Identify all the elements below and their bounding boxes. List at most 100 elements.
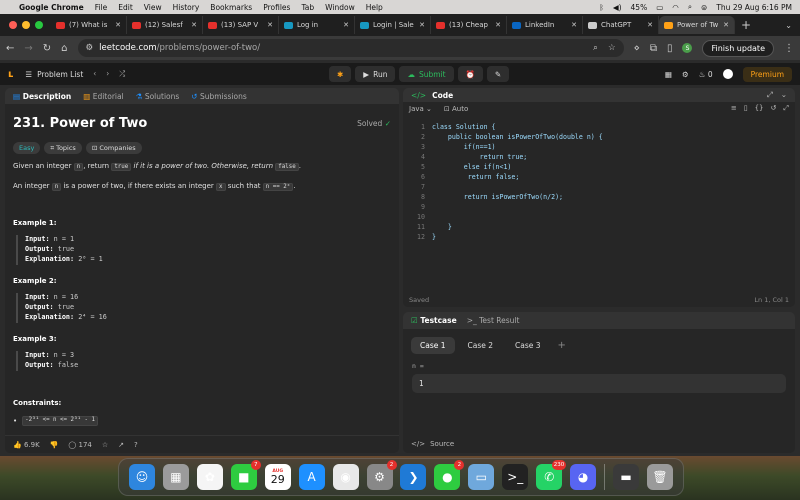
close-tab-icon[interactable]: ✕ bbox=[267, 21, 273, 29]
wifi-icon[interactable]: ◠ bbox=[672, 3, 679, 12]
site-info-icon[interactable]: ⚙ bbox=[86, 43, 94, 53]
share-icon[interactable]: ↗ bbox=[118, 441, 124, 449]
forward-icon[interactable]: → bbox=[24, 43, 32, 54]
bookmark-icon[interactable]: ▯ bbox=[744, 104, 748, 113]
clock[interactable]: Thu 29 Aug 6:16 PM bbox=[716, 3, 792, 12]
terminal-icon[interactable]: >_ bbox=[502, 464, 529, 490]
browser-tab[interactable]: ChatGPT ✕ bbox=[583, 16, 659, 34]
finder-icon[interactable]: ☺ bbox=[128, 464, 155, 490]
photos-icon[interactable]: ✿ bbox=[196, 464, 223, 490]
premium-button[interactable]: Premium bbox=[742, 66, 792, 82]
menu-edit[interactable]: Edit bbox=[118, 3, 133, 12]
whatsapp-icon[interactable]: ✆ 230 bbox=[536, 460, 567, 490]
close-tab-icon[interactable]: ✕ bbox=[115, 21, 121, 29]
trash-icon[interactable]: 🗑 bbox=[646, 464, 673, 490]
app-name[interactable]: Google Chrome bbox=[19, 3, 84, 12]
browser-tab[interactable]: (13) Cheap ✕ bbox=[431, 16, 507, 34]
control-center-icon[interactable]: ⊜ bbox=[701, 3, 707, 12]
code-line[interactable]: 6 return false; bbox=[403, 172, 795, 182]
chrome-icon[interactable]: ◉ bbox=[332, 464, 359, 490]
code-line[interactable]: 3 if(n==1) bbox=[403, 142, 795, 152]
reset-icon[interactable]: ↺ bbox=[771, 104, 777, 113]
vscode-icon[interactable]: ❯ bbox=[400, 464, 427, 490]
problem-title[interactable]: 231. Power of Two bbox=[13, 115, 147, 133]
menu-profiles[interactable]: Profiles bbox=[263, 3, 290, 12]
code-editor[interactable]: 1 class Solution {2 public boolean isPowe… bbox=[403, 122, 795, 282]
address-bar[interactable]: ⚙ leetcode.com/problems/power-of-two/ ⌕ … bbox=[77, 39, 624, 57]
prev-problem-icon[interactable]: ‹ bbox=[93, 69, 96, 79]
browser-tab[interactable]: Login | Sale ✕ bbox=[355, 16, 431, 34]
menu-file[interactable]: File bbox=[95, 3, 108, 12]
language-select[interactable]: Java ⌄ bbox=[409, 105, 432, 113]
shuffle-icon[interactable]: ⤮ bbox=[119, 69, 125, 79]
add-case-icon[interactable]: + bbox=[554, 340, 566, 351]
tab-editorial[interactable]: ▥ Editorial bbox=[83, 92, 123, 101]
tab-test-result[interactable]: >_ Test Result bbox=[467, 316, 520, 325]
facetime-icon[interactable]: ■ 7 bbox=[230, 460, 261, 490]
comments-button[interactable]: ◯ 174 bbox=[68, 441, 91, 449]
browser-tab[interactable]: LinkedIn ✕ bbox=[507, 16, 583, 34]
launchpad-icon[interactable]: ▦ bbox=[162, 464, 189, 490]
bluetooth-icon[interactable]: ᛒ bbox=[599, 3, 604, 12]
close-tab-icon[interactable]: ✕ bbox=[647, 21, 653, 29]
run-button[interactable]: ▶ Run bbox=[355, 66, 396, 82]
param-input[interactable]: 1 bbox=[412, 374, 786, 393]
code-line[interactable]: 1 class Solution { bbox=[403, 122, 795, 132]
code-line[interactable]: 8 return isPowerOfTwo(n/2); bbox=[403, 192, 795, 202]
code-line[interactable]: 5 else if(n<1) bbox=[403, 162, 795, 172]
close-window-button[interactable] bbox=[9, 21, 17, 29]
extension-icon[interactable]: ⋄ bbox=[634, 43, 640, 54]
tab-testcase[interactable]: ☑ Testcase bbox=[411, 316, 457, 325]
calendar-icon[interactable]: AUG 29 bbox=[264, 464, 291, 490]
zoom-window-button[interactable] bbox=[35, 21, 43, 29]
leetcode-logo-icon[interactable]: ʟ bbox=[8, 69, 13, 80]
braces-icon[interactable]: {} bbox=[755, 104, 764, 113]
next-problem-icon[interactable]: › bbox=[106, 69, 109, 79]
close-tab-icon[interactable]: ✕ bbox=[571, 21, 577, 29]
browser-tab[interactable]: Log in ✕ bbox=[279, 16, 355, 34]
format-icon[interactable]: ≡ bbox=[731, 104, 737, 113]
case-3-tab[interactable]: Case 3 bbox=[506, 337, 550, 354]
case-2-tab[interactable]: Case 2 bbox=[459, 337, 503, 354]
settings-gear-icon[interactable]: ⚙ bbox=[682, 70, 689, 79]
topics-tag[interactable]: ⌗ Topics bbox=[44, 141, 82, 155]
discord-icon[interactable]: ◕ bbox=[570, 464, 597, 490]
submit-button[interactable]: ☁ Submit bbox=[399, 66, 454, 82]
close-tab-icon[interactable]: ✕ bbox=[723, 21, 729, 29]
fullscreen-icon[interactable]: ⤢ bbox=[783, 104, 789, 113]
browser-tab[interactable]: (7) What is ✕ bbox=[51, 16, 127, 34]
dislike-icon[interactable]: 👎 bbox=[50, 441, 59, 449]
user-avatar[interactable] bbox=[722, 69, 733, 79]
browser-tab[interactable]: (13) SAP V ✕ bbox=[203, 16, 279, 34]
menu-help[interactable]: Help bbox=[366, 3, 383, 12]
back-icon[interactable]: ← bbox=[6, 43, 14, 54]
maximize-icon[interactable]: ⤢ bbox=[767, 90, 773, 100]
search-icon[interactable]: ⌕ bbox=[688, 2, 692, 12]
case-1-tab[interactable]: Case 1 bbox=[411, 337, 455, 354]
code-line[interactable]: 12} bbox=[403, 232, 795, 242]
browser-tab[interactable]: (12) Salesf ✕ bbox=[127, 16, 203, 34]
bookmark-star-icon[interactable]: ☆ bbox=[608, 43, 616, 53]
code-line[interactable]: 7 bbox=[403, 182, 795, 192]
menu-tab[interactable]: Tab bbox=[301, 3, 314, 12]
like-button[interactable]: 👍 6.9K bbox=[13, 441, 40, 449]
layout-icon[interactable]: ▦ bbox=[665, 70, 672, 79]
notes-button[interactable]: ✎ bbox=[486, 66, 510, 82]
profile-avatar[interactable]: S bbox=[682, 43, 693, 53]
debug-button[interactable]: ✱ bbox=[329, 66, 352, 82]
finish-update-button[interactable]: Finish update bbox=[702, 39, 774, 57]
app-store-icon[interactable]: A bbox=[298, 464, 325, 490]
volume-icon[interactable]: ◀) bbox=[613, 3, 622, 12]
code-line[interactable]: 9 bbox=[403, 202, 795, 212]
extensions-puzzle-icon[interactable]: ⧉ bbox=[650, 43, 657, 54]
code-line[interactable]: 2 public boolean isPowerOfTwo(double n) … bbox=[403, 132, 795, 142]
new-tab-button[interactable]: + bbox=[735, 18, 757, 32]
zoom-icon[interactable]: ⌕ bbox=[593, 43, 598, 53]
battery-icon[interactable]: ▭ bbox=[656, 3, 663, 12]
screen-window-icon[interactable]: ▬ bbox=[613, 464, 640, 490]
close-tab-icon[interactable]: ✕ bbox=[191, 21, 197, 29]
close-tab-icon[interactable]: ✕ bbox=[419, 21, 425, 29]
reload-icon[interactable]: ↻ bbox=[43, 43, 51, 54]
code-line[interactable]: 11 } bbox=[403, 222, 795, 232]
menu-kebab-icon[interactable]: ⋮ bbox=[784, 43, 794, 54]
